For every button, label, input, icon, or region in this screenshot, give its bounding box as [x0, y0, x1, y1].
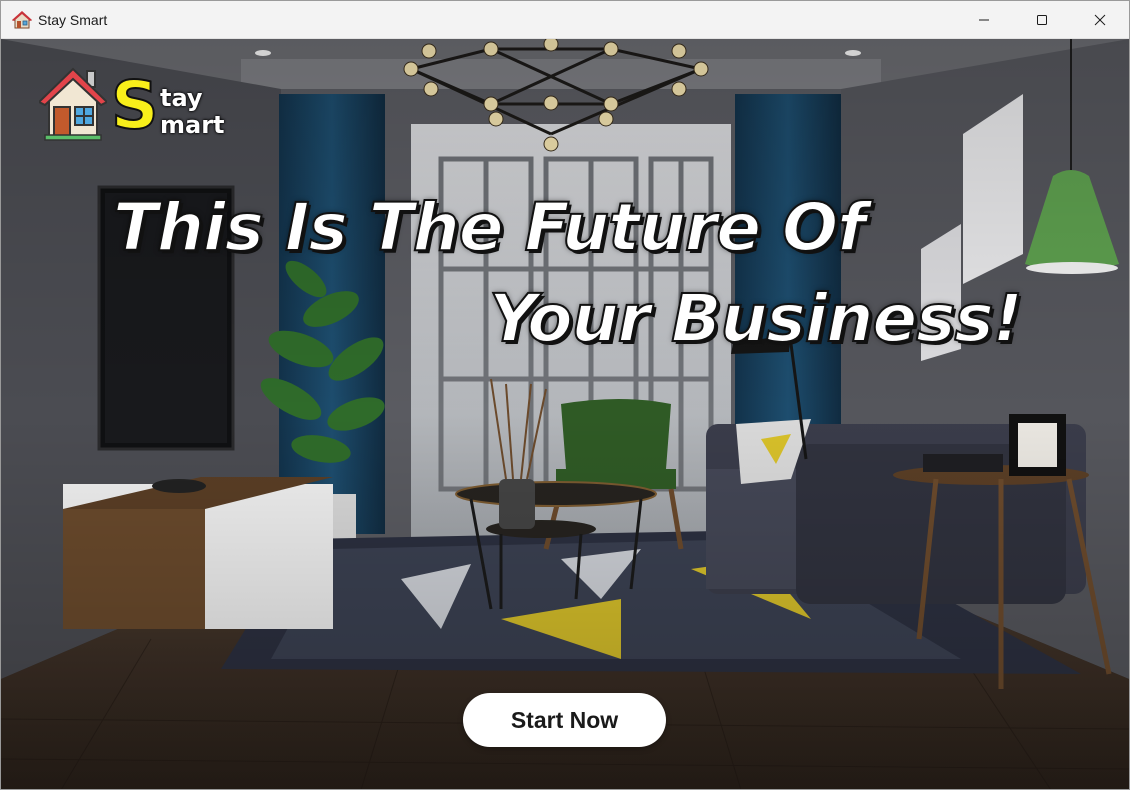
close-icon — [1094, 14, 1106, 26]
brand-logo: S tay mart — [39, 67, 229, 147]
headline-line-1: This Is The Future Of — [112, 188, 867, 267]
minimize-button[interactable] — [955, 1, 1013, 39]
start-now-button[interactable]: Start Now — [463, 693, 666, 747]
house-icon — [39, 67, 107, 141]
minimize-icon — [979, 19, 989, 21]
logo-letter-s: S — [110, 67, 160, 144]
living-room-photo — [1, 39, 1129, 789]
window-controls — [955, 1, 1129, 39]
living-room-background: S tay mart This Is The Future Of Your Bu… — [1, 39, 1129, 789]
app-window: Stay Smart S tay mart This Is The Future… — [0, 0, 1130, 790]
headline-line-2: Your Business! — [488, 279, 1024, 358]
logo-text-mart: mart — [160, 111, 225, 139]
maximize-icon — [1037, 15, 1047, 25]
maximize-button[interactable] — [1013, 1, 1071, 39]
window-title: Stay Smart — [38, 11, 108, 28]
house-icon — [11, 10, 33, 30]
logo-text-tay: tay — [160, 84, 203, 112]
close-button[interactable] — [1071, 1, 1129, 39]
title-bar[interactable]: Stay Smart — [1, 1, 1129, 39]
